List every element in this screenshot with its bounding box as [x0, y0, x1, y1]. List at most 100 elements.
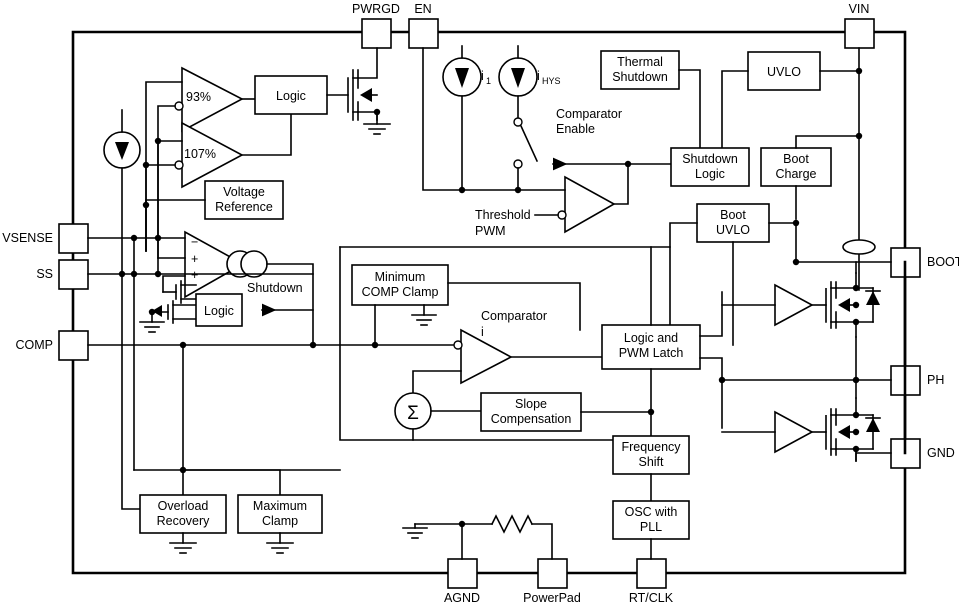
label-i1: i [481, 69, 484, 83]
transistor-low-side-fet [825, 397, 881, 462]
pin-boot[interactable]: BOOT [890, 247, 959, 278]
current-source-ihys: i HYS [498, 45, 561, 119]
pin-gnd[interactable]: GND [890, 438, 955, 469]
block-slope-compensation: Slope Compensation [480, 392, 652, 432]
shutdown-label: Shutdown [247, 281, 303, 295]
transistor-pwrgd-nmos [347, 47, 381, 121]
label-pwm-comparator-1: Comparator [481, 309, 547, 323]
block-osc-line-0: OSC with [625, 505, 678, 519]
label-enable-comparator-1: Comparator [556, 107, 622, 121]
junction [855, 132, 863, 140]
label-ihys-sub: HYS [542, 76, 561, 86]
block-logic-ss-line-0: Logic [204, 304, 234, 318]
block-slope-line-1: Compensation [491, 412, 572, 426]
pin-label-rtclk: RT/CLK [629, 591, 674, 605]
pin-label-pwrgd: PWRGD [352, 2, 400, 16]
pin-vsense[interactable]: VSENSE [2, 223, 89, 254]
block-shutdownlogic-line-1: Logic [695, 167, 725, 181]
pin-label-en: EN [414, 2, 431, 16]
pin-label-comp: COMP [16, 338, 54, 352]
error-amp-input-plus-2: + [191, 268, 198, 282]
block-min-comp-clamp: Minimum COMP Clamp [351, 264, 449, 346]
junction [458, 186, 466, 194]
block-freqshift-line-1: Shift [638, 455, 664, 469]
error-amp-input-minus: − [191, 235, 198, 249]
block-overload-line-0: Overload [158, 499, 209, 513]
block-minclamp-line-1: COMP Clamp [362, 285, 439, 299]
label-enable-comparator-2: Enable [556, 122, 595, 136]
pin-en[interactable]: EN [408, 2, 439, 49]
comparator-107: 107% [145, 113, 292, 189]
block-maximum-clamp: Maximum Clamp [237, 494, 323, 534]
label-enable-threshold-2: PWM [475, 224, 506, 238]
block-voltage-reference: Voltage Reference [145, 180, 284, 252]
pin-rtclk[interactable]: RT/CLK [629, 558, 674, 605]
block-maxclamp-line-1: Clamp [262, 514, 298, 528]
pin-label-gnd: GND [927, 446, 955, 460]
comparator-93-label: 93% [186, 90, 211, 104]
pin-comp[interactable]: COMP [16, 330, 89, 361]
pin-label-vin: VIN [849, 2, 870, 16]
pin-label-ss: SS [36, 267, 53, 281]
block-osc-line-1: PLL [640, 520, 662, 534]
summing-node: Σ [394, 392, 482, 441]
block-maxclamp-line-0: Maximum [253, 499, 307, 513]
wire-crossover-hop [842, 239, 876, 255]
pin-label-vsense: VSENSE [2, 231, 53, 245]
block-logic-pg: Logic [254, 75, 328, 115]
label-ihys: i [537, 69, 540, 83]
resistor-rt [461, 514, 553, 560]
junction [855, 67, 863, 75]
block-osc-with-pll: OSC with PLL [612, 500, 690, 560]
comparator-107-label: 107% [184, 147, 216, 161]
enable-hysteresis-switch[interactable] [513, 117, 539, 191]
block-frequency-shift: Frequency Shift [612, 435, 690, 502]
junction [309, 341, 317, 349]
wire-lsfet-to-gnd [855, 452, 892, 462]
block-bootuvlo-line-1: UVLO [716, 223, 750, 237]
block-slope-line-0: Slope [515, 397, 547, 411]
block-vref-line-1: Reference [215, 200, 273, 214]
schematic-svg: PWRGD EN VIN VSENSE SS COMP BOOT PH GND … [2, 2, 959, 605]
pin-label-boot: BOOT [927, 255, 959, 269]
pin-pwrgd[interactable]: PWRGD [352, 2, 400, 49]
pin-label-agnd: AGND [444, 591, 480, 605]
high-side-driver [721, 283, 827, 327]
junction [718, 376, 726, 384]
pwm-comparator [412, 328, 603, 394]
sigma-symbol: Σ [407, 403, 419, 424]
block-thermal-line-1: Shutdown [612, 70, 668, 84]
block-thermal-line-0: Thermal [617, 55, 663, 69]
ground-maxclamp [266, 532, 294, 554]
block-bootcharge-line-0: Boot [783, 152, 809, 166]
block-latch-line-1: PWM Latch [619, 346, 684, 360]
pin-powerpad[interactable]: PowerPad [523, 558, 581, 605]
block-overload-line-1: Recovery [157, 514, 211, 528]
low-side-driver [721, 410, 827, 454]
block-logic-pg-line-0: Logic [276, 89, 306, 103]
pin-label-powerpad: PowerPad [523, 591, 581, 605]
block-overload-recovery: Overload Recovery [139, 494, 227, 534]
block-shutdownlogic-line-0: Shutdown [682, 152, 738, 166]
pin-vin[interactable]: VIN [844, 2, 875, 49]
wire-to-max-clamp [182, 469, 281, 496]
pin-agnd[interactable]: AGND [444, 558, 480, 605]
ground-min-comp-clamp [411, 304, 437, 326]
label-pwm-comparator-2: i [481, 325, 484, 339]
label-enable-threshold-1: Threshold [475, 208, 531, 222]
error-amp-input-plus-1: + [191, 252, 198, 266]
block-freqshift-line-0: Frequency [621, 440, 681, 454]
block-uvlo: UVLO [721, 51, 860, 149]
block-shutdown-logic: Shutdown Logic [670, 147, 750, 187]
pin-ph[interactable]: PH [890, 365, 944, 396]
pin-label-ph: PH [927, 373, 944, 387]
block-bootuvlo-line-0: Boot [720, 208, 746, 222]
ground-pwrgd [363, 111, 391, 135]
block-thermal-shutdown: Thermal Shutdown [600, 50, 701, 149]
block-boot-charge: Boot Charge [760, 135, 860, 220]
pin-ss[interactable]: SS [36, 259, 89, 290]
wire-to-overload [121, 273, 141, 510]
block-minclamp-line-0: Minimum [375, 270, 426, 284]
block-diagram-canvas: PWRGD EN VIN VSENSE SS COMP BOOT PH GND … [0, 0, 959, 606]
block-logic-ss: Logic [195, 293, 243, 327]
